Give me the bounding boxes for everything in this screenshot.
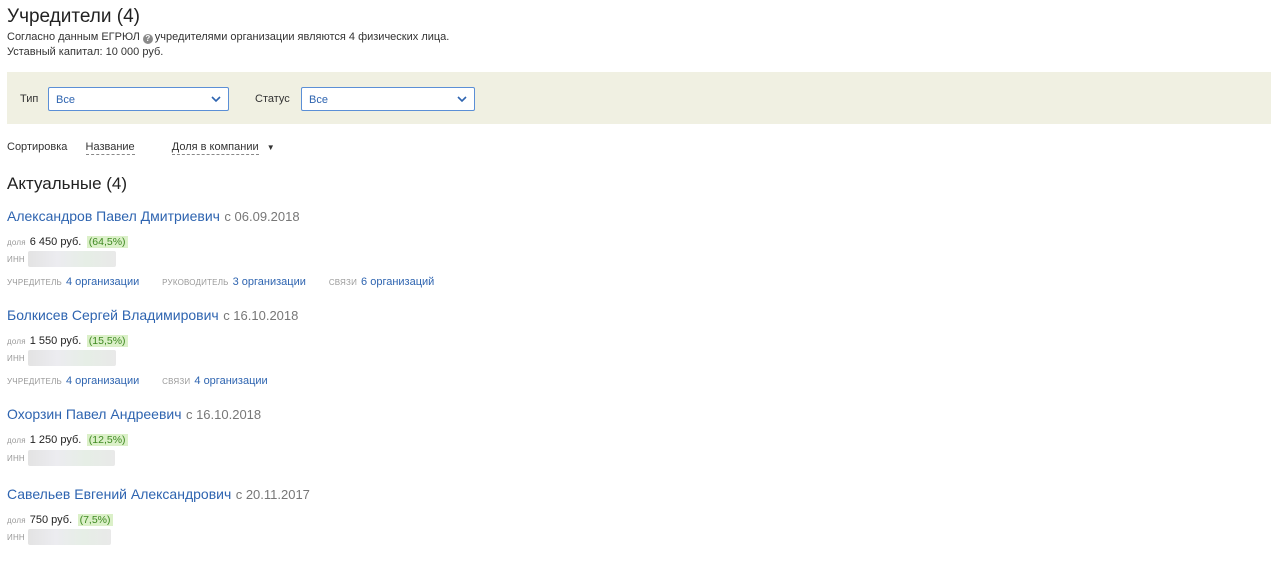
director-label: РУКОВОДИТЕЛЬ bbox=[162, 278, 229, 287]
founder-item: Охорзин Павел Андреевич с 16.10.2018 bbox=[7, 406, 261, 424]
founder-item: Болкисев Сергей Владимирович с 16.10.201… bbox=[7, 307, 298, 325]
founder-item: Савельев Евгений Александрович с 20.11.2… bbox=[7, 486, 310, 504]
inn-redacted bbox=[28, 251, 116, 267]
founder-of-link[interactable]: 4 организации bbox=[66, 276, 139, 288]
inn-label: ИНН bbox=[7, 255, 25, 264]
sort-bar: Сортировка Название Доля в компании ▼ bbox=[7, 141, 275, 155]
founder-item: Александров Павел Дмитриевич с 06.09.201… bbox=[7, 208, 300, 226]
share-label: доля bbox=[7, 337, 26, 346]
status-select-value: Все bbox=[309, 94, 328, 106]
share-label: доля bbox=[7, 516, 26, 525]
egrul-info-prefix: Согласно данным ЕГРЮЛ bbox=[7, 31, 140, 43]
info-icon[interactable]: ? bbox=[142, 34, 153, 44]
links-link[interactable]: 4 организации bbox=[194, 375, 267, 387]
section-title: Актуальные (4) bbox=[7, 174, 128, 193]
founder-label: УЧРЕДИТЕЛЬ bbox=[7, 377, 62, 386]
status-filter-label: Статус bbox=[255, 93, 290, 105]
share-percent-badge: (64,5%) bbox=[86, 236, 128, 248]
founder-share: доля 6 450 руб. (64,5%) bbox=[7, 232, 128, 250]
share-label: доля bbox=[7, 238, 26, 247]
founder-name-link[interactable]: Савельев Евгений Александрович bbox=[7, 486, 231, 502]
inn-redacted bbox=[28, 450, 115, 466]
chevron-down-icon bbox=[457, 96, 467, 103]
type-select-value: Все bbox=[56, 94, 75, 106]
founder-of-link[interactable]: 4 организации bbox=[66, 375, 139, 387]
founder-relations: УЧРЕДИТЕЛЬ 4 организации СВЯЗИ 4 организац… bbox=[7, 371, 268, 389]
share-amount: 750 руб. bbox=[29, 514, 73, 526]
inn-label: ИНН bbox=[7, 354, 25, 363]
share-percent-badge: (12,5%) bbox=[86, 434, 128, 446]
inn-label: ИНН bbox=[7, 533, 25, 542]
chevron-down-icon bbox=[211, 96, 221, 103]
founder-name-link[interactable]: Охорзин Павел Андреевич bbox=[7, 406, 182, 422]
egrul-info-suffix: учредителями организации являются 4 физи… bbox=[154, 31, 450, 43]
links-link[interactable]: 6 организаций bbox=[361, 276, 434, 288]
share-amount: 1 550 руб. bbox=[29, 335, 82, 347]
director-of-link[interactable]: 3 организации bbox=[233, 276, 306, 288]
founder-share: доля 1 250 руб. (12,5%) bbox=[7, 430, 128, 448]
egrul-info: Согласно данным ЕГРЮЛ? учредителями орган… bbox=[7, 31, 449, 44]
share-percent-badge: (7,5%) bbox=[77, 514, 113, 526]
founder-since: с 16.10.2018 bbox=[223, 308, 299, 323]
founder-since: с 20.11.2017 bbox=[235, 487, 310, 502]
charter-capital: Уставный капитал: 10 000 руб. bbox=[7, 46, 164, 58]
share-label: доля bbox=[7, 436, 26, 445]
inn-label: ИНН bbox=[7, 454, 25, 463]
founder-share: доля 1 550 руб. (15,5%) bbox=[7, 331, 128, 349]
founder-relations: УЧРЕДИТЕЛЬ 4 организации РУКОВОДИТЕЛЬ 3 ор… bbox=[7, 272, 434, 290]
founder-share: доля 750 руб. (7,5%) bbox=[7, 510, 113, 528]
page-title: Учредители (4) bbox=[7, 6, 141, 27]
links-label: СВЯЗИ bbox=[328, 278, 358, 287]
inn-redacted bbox=[28, 350, 116, 366]
share-percent-badge: (15,5%) bbox=[86, 335, 128, 347]
status-select[interactable]: Все bbox=[301, 87, 475, 111]
sort-by-name-link[interactable]: Название bbox=[85, 141, 135, 155]
sort-label: Сортировка bbox=[7, 141, 68, 153]
sort-by-share-link[interactable]: Доля в компании bbox=[171, 141, 259, 155]
type-select[interactable]: Все bbox=[48, 87, 229, 111]
founder-since: с 16.10.2018 bbox=[185, 407, 262, 422]
inn-redacted bbox=[28, 529, 111, 545]
type-filter-label: Тип bbox=[20, 93, 39, 105]
share-amount: 6 450 руб. bbox=[29, 236, 82, 248]
share-amount: 1 250 руб. bbox=[29, 434, 82, 446]
sort-arrow-icon: ▼ bbox=[266, 143, 275, 152]
links-label: СВЯЗИ bbox=[162, 377, 191, 386]
founder-name-link[interactable]: Болкисев Сергей Владимирович bbox=[7, 307, 219, 323]
founder-since: с 06.09.2018 bbox=[224, 209, 300, 224]
founder-name-link[interactable]: Александров Павел Дмитриевич bbox=[7, 208, 220, 224]
founder-label: УЧРЕДИТЕЛЬ bbox=[7, 278, 62, 287]
filter-bar: Тип Все Статус Все bbox=[7, 72, 1271, 124]
